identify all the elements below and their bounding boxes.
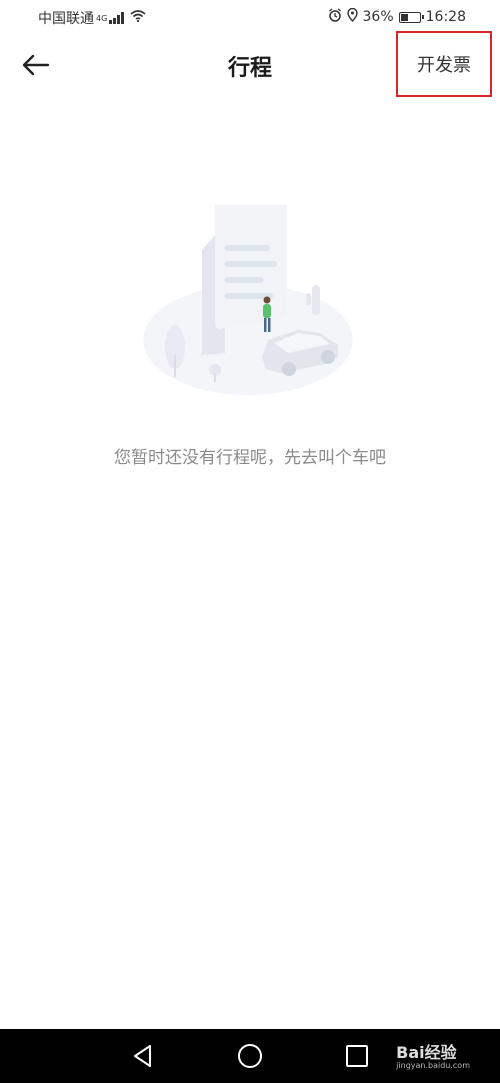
clock-time: 16:28 [425,9,466,25]
battery-percent: 36% [362,9,394,25]
back-button[interactable] [18,48,54,84]
watermark-brand: Bai经验 [396,1043,457,1062]
nav-back-button[interactable] [128,1041,158,1071]
nav-recents-icon [346,1045,368,1067]
alarm-icon [328,8,342,26]
empty-trips-illustration [143,205,353,395]
status-bar: 中国联通 4G 36% 16:28 [0,0,500,34]
nav-home-button[interactable] [235,1041,265,1071]
header: 行程 开发票 [0,31,500,98]
empty-state-message: 您暂时还没有行程呢，先去叫个车吧 [114,448,386,468]
nav-back-icon [134,1045,151,1067]
watermark: Bai经验 jingyan.baidu.com [396,1039,470,1070]
network-type: 4G [96,13,108,23]
back-arrow-icon [22,54,50,76]
system-nav-bar: Bai经验 jingyan.baidu.com [0,1029,500,1083]
status-right: 36% 16:28 [328,7,466,26]
battery-icon [398,11,424,23]
signal-icon [109,12,124,24]
location-icon [346,7,358,26]
nav-recents-button[interactable] [342,1041,372,1071]
invoice-label: 开发票 [417,55,471,76]
issue-invoice-button[interactable]: 开发票 [396,31,492,97]
status-left: 中国联通 4G [38,8,146,28]
watermark-url: jingyan.baidu.com [396,1061,470,1070]
carrier-name: 中国联通 [38,11,94,27]
nav-home-icon [238,1044,262,1068]
wifi-icon [130,10,146,26]
